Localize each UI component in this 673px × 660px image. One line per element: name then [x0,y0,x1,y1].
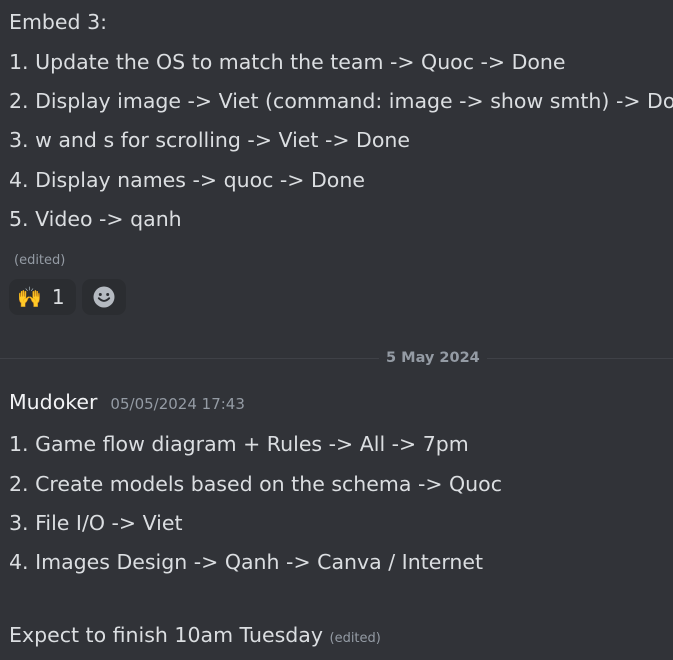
message-line: 2. Create models based on the schema -> … [9,472,502,496]
reaction-count: 1 [51,285,65,309]
message-line: 1. Update the OS to match the team -> Qu… [9,50,566,74]
message-text: Expect to finish 10am Tuesday [9,623,323,647]
add-reaction-smiley-icon [93,286,115,308]
edited-label: (edited) [329,631,381,646]
message-line: 4. Display names -> quoc -> Done [9,168,365,192]
add-reaction-button[interactable] [81,279,126,315]
reactions-bar: 🙌 1 [9,279,126,315]
message-line: 5. Video -> qanh [9,207,182,231]
message-line-last: Expect to finish 10am Tuesday (edited) [9,621,381,653]
divider-line [0,358,673,359]
message-line: 3. w and s for scrolling -> Viet -> Done [9,128,410,152]
message-line: 1. Game flow diagram + Rules -> All -> 7… [9,432,469,456]
message-line: 4. Images Design -> Qanh -> Canva / Inte… [9,550,484,574]
author-name[interactable]: Mudoker [9,390,97,414]
chat-view: { "message1": { "lines": [ "Embed 3:", "… [0,0,673,660]
message-line: 3. File I/O -> Viet [9,511,183,535]
message-line: Embed 3: [9,10,108,34]
date-divider-label: 5 May 2024 [379,347,487,369]
message-line: 2. Display image -> Viet (command: image… [9,89,673,113]
raised-hands-icon: 🙌 [17,285,42,309]
edited-label: (edited) [14,253,66,268]
reaction-raised-hands[interactable]: 🙌 1 [9,279,76,315]
message-timestamp: 05/05/2024 17:43 [110,395,245,413]
message-header: Mudoker 05/05/2024 17:43 [9,390,245,414]
